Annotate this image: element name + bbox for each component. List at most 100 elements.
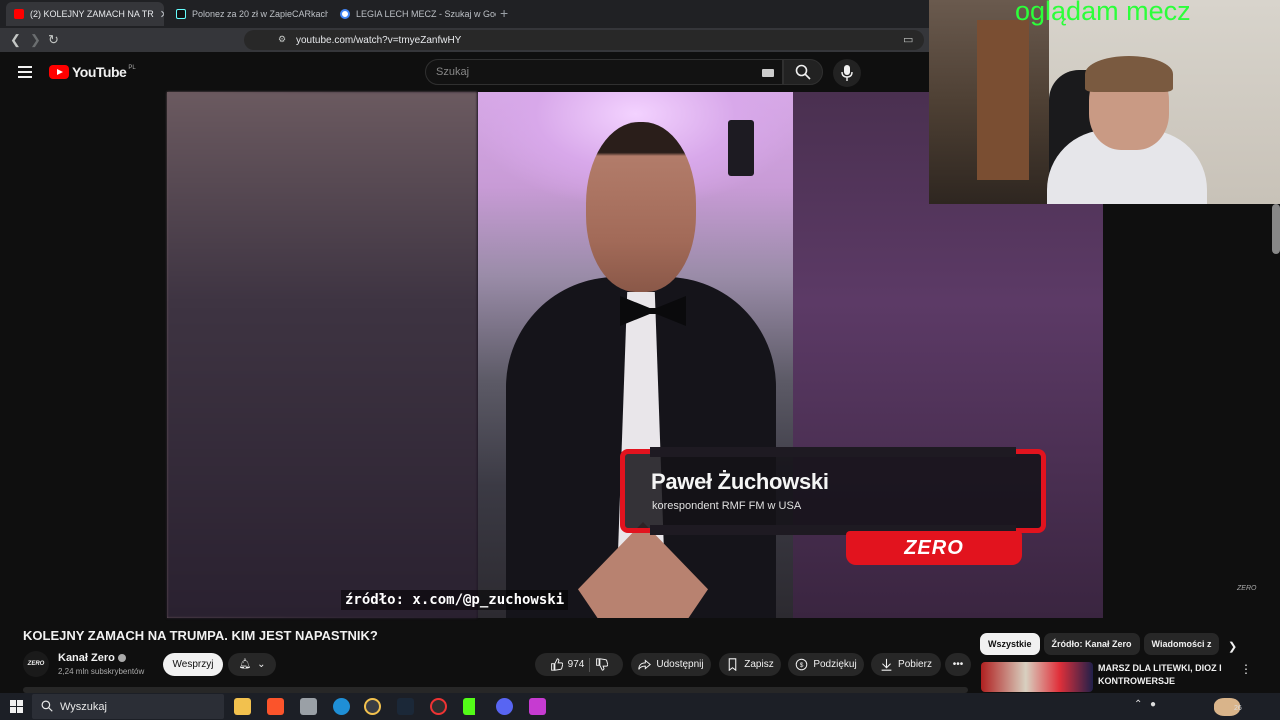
- more-vert-icon[interactable]: ⋮: [1240, 662, 1252, 676]
- file-explorer-icon[interactable]: [234, 698, 251, 715]
- zero-badge-text: ZERO: [904, 536, 964, 559]
- voice-search-button[interactable]: [833, 59, 861, 87]
- search-button[interactable]: [783, 59, 823, 85]
- subscriber-count: 2,24 mln subskrybentów: [58, 667, 145, 676]
- lower-third-gap-top: [650, 447, 1016, 457]
- search-icon: [41, 700, 53, 712]
- download-label: Pobierz: [898, 659, 932, 670]
- url-text: youtube.com/watch?v=tmyeZanfwHY: [296, 34, 462, 46]
- save-label: Zapisz: [744, 659, 774, 670]
- search-icon: [795, 64, 811, 80]
- zero-badge: ZERO: [846, 531, 1022, 565]
- like-button[interactable]: 974: [550, 658, 585, 671]
- steam-icon[interactable]: [397, 698, 414, 715]
- windows-start-icon[interactable]: [10, 700, 23, 713]
- chip-news[interactable]: Wiadomości z: [1143, 633, 1220, 655]
- thanks-button[interactable]: $ Podziękuj: [788, 653, 864, 676]
- microphone-icon[interactable]: ●: [1150, 699, 1156, 710]
- search-input[interactable]: [426, 60, 746, 84]
- taskbar: Wyszukaj ⌃ ● 26: [0, 693, 1280, 720]
- browser-tab-tiktok[interactable]: Polonez za 20 zł w ZapieCARkach | T: [168, 2, 328, 26]
- channel-avatar-text: ZERO: [27, 661, 45, 667]
- channel-name-text: Kanał Zero: [58, 652, 115, 664]
- browser-tab-google[interactable]: LEGIA LECH MECZ - Szukaj w Google: [332, 2, 496, 26]
- region-code: PL: [128, 65, 136, 71]
- cast-icon[interactable]: ▭: [903, 33, 913, 46]
- chevron-right-icon[interactable]: ❯: [1228, 640, 1237, 653]
- thumbs-down-icon[interactable]: [595, 658, 609, 671]
- discord-icon[interactable]: [496, 698, 513, 715]
- recommendation-title[interactable]: MARSZ DLA LITEWKI, DIOZ I KONTROWERSJE: [1098, 662, 1228, 688]
- blurred-left-backdrop: [167, 92, 477, 618]
- youtube-logo[interactable]: YouTube PL: [49, 64, 136, 80]
- like-count: 974: [567, 659, 585, 670]
- url-field[interactable]: ⚙ youtube.com/watch?v=tmyeZanfwHY: [244, 30, 924, 50]
- lower-third: Paweł Żuchowski korespondent RMF FM w US…: [620, 447, 1046, 535]
- tray-number: 26: [1234, 705, 1242, 712]
- lower-third-role: korespondent RMF FM w USA: [652, 500, 802, 512]
- youtube-play-icon: [49, 65, 69, 79]
- streamer-hair: [1085, 56, 1173, 92]
- more-icon: •••: [952, 659, 964, 670]
- share-button[interactable]: Udostępnij: [631, 653, 711, 676]
- google-icon: [340, 9, 350, 19]
- kick-icon[interactable]: [463, 698, 480, 715]
- chevron-up-icon[interactable]: ⌃: [1134, 699, 1142, 710]
- channel-avatar[interactable]: ZERO: [23, 651, 49, 677]
- video-scene: [478, 92, 793, 618]
- notifications-button[interactable]: 🔔︎ ⌄: [228, 653, 276, 676]
- system-tray: ⌃ ● 26: [1130, 697, 1280, 717]
- webcam-caption: oglądam mecz: [1015, 0, 1191, 26]
- youtube-logo-text: YouTube: [72, 64, 127, 80]
- download-button[interactable]: Pobierz: [871, 653, 941, 676]
- tiktok-icon: [176, 9, 186, 19]
- reload-icon[interactable]: ↻: [48, 32, 59, 48]
- new-tab-icon[interactable]: +: [500, 5, 508, 21]
- channel-name[interactable]: Kanał Zero: [58, 652, 126, 664]
- chip-all[interactable]: Wszystkie: [980, 633, 1040, 655]
- site-info-icon[interactable]: ⚙: [278, 34, 286, 45]
- brave-icon[interactable]: [267, 698, 284, 715]
- thumbs-up-icon: [550, 658, 563, 671]
- app-icon[interactable]: [430, 698, 447, 715]
- lower-third-name: Paweł Żuchowski: [651, 469, 829, 494]
- tab-label: (2) KOLEJNY ZAMACH NA TR: [30, 9, 154, 19]
- video-title: KOLEJNY ZAMACH NA TRUMPA. KIM JEST NAPAS…: [23, 628, 378, 643]
- back-icon[interactable]: ❮: [10, 32, 21, 48]
- source-caption: źródło: x.com/@p_zuchowski: [341, 590, 569, 610]
- page-scrollbar[interactable]: [1272, 204, 1280, 254]
- menu-icon[interactable]: [18, 66, 32, 78]
- recommendation-thumbnail[interactable]: [981, 662, 1093, 692]
- speaker-head: [586, 122, 696, 292]
- keyboard-icon[interactable]: [762, 69, 774, 77]
- microphone-icon: [841, 65, 853, 81]
- browser-tab-youtube[interactable]: (2) KOLEJNY ZAMACH NA TR ✕: [6, 2, 164, 26]
- search-box: [425, 59, 783, 85]
- webcam-overlay: [929, 0, 1280, 204]
- tab-label: Polonez za 20 zł w ZapieCARkach | T: [192, 9, 328, 19]
- filter-chips: Wszystkie Źródło: Kanał Zero Wiadomości z: [980, 633, 1240, 657]
- support-button[interactable]: Wesprzyj: [163, 653, 223, 676]
- verified-icon: [117, 654, 126, 663]
- app-icon[interactable]: [300, 698, 317, 715]
- taskbar-search[interactable]: Wyszukaj: [32, 694, 224, 719]
- bookmark-icon: [728, 658, 737, 671]
- channel-watermark: ZERO: [1237, 585, 1257, 592]
- loudspeaker: [728, 120, 754, 176]
- edge-icon[interactable]: [333, 698, 350, 715]
- chevron-down-icon: ⌄: [257, 659, 266, 670]
- chip-channel-source[interactable]: Źródło: Kanał Zero: [1043, 633, 1140, 655]
- taskbar-search-label: Wyszukaj: [60, 700, 107, 713]
- tab-label: LEGIA LECH MECZ - Szukaj w Google: [356, 9, 496, 19]
- chrome-icon[interactable]: [364, 698, 381, 715]
- more-actions-button[interactable]: •••: [945, 653, 971, 676]
- close-tab-icon[interactable]: ✕: [154, 8, 164, 21]
- webcam-door: [977, 20, 1029, 180]
- app-icon[interactable]: [529, 698, 546, 715]
- thanks-label: Podziękuj: [813, 659, 857, 670]
- super-thanks-icon: $: [796, 658, 808, 671]
- forward-icon[interactable]: ❯: [30, 32, 41, 48]
- save-button[interactable]: Zapisz: [719, 653, 781, 676]
- youtube-icon: [14, 9, 24, 19]
- svg-text:$: $: [800, 662, 804, 669]
